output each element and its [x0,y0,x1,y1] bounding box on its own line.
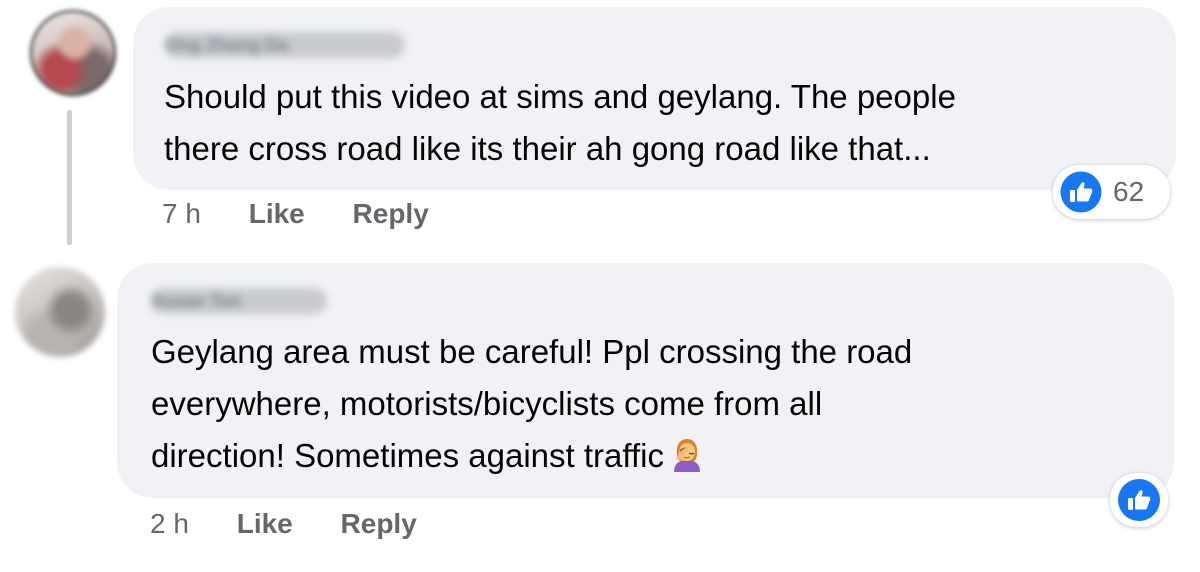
comment-timestamp[interactable]: 2 h [150,508,189,539]
reaction-summary[interactable] [1110,473,1168,527]
like-thumb-icon [1059,170,1103,214]
reply-button[interactable]: Reply [353,198,429,229]
comment-bubble: Susan Tan Geylang area must be careful! … [117,263,1174,498]
comment-bubble: Ong Zhang Da Should put this video at si… [133,7,1176,190]
comment-actions: 2 h Like Reply [150,508,417,540]
comment-text: Geylang area must be careful! Ppl crossi… [151,326,1151,482]
person-facepalming-emoji [673,439,700,472]
reaction-count: 62 [1113,176,1145,207]
comment-timestamp[interactable]: 7 h [162,198,201,229]
reaction-summary[interactable]: 62 [1053,165,1170,219]
comment-text: Should put this video at sims and geylan… [164,78,956,167]
comment-actions: 7 h Like Reply [162,198,429,230]
comment-thread: Ong Zhang Da Should put this video at si… [0,0,1200,572]
like-button[interactable]: Like [249,198,305,229]
comment-author-name[interactable]: Ong Zhang Da [165,32,405,58]
like-thumb-icon [1118,479,1160,521]
avatar[interactable] [30,10,116,96]
reply-thread-line [67,110,72,245]
avatar[interactable] [15,267,105,357]
comment-author-name[interactable]: Susan Tan [151,288,327,314]
comment-text-body: Geylang area must be careful! Ppl crossi… [151,333,913,474]
reply-button[interactable]: Reply [341,508,417,539]
like-button[interactable]: Like [237,508,293,539]
